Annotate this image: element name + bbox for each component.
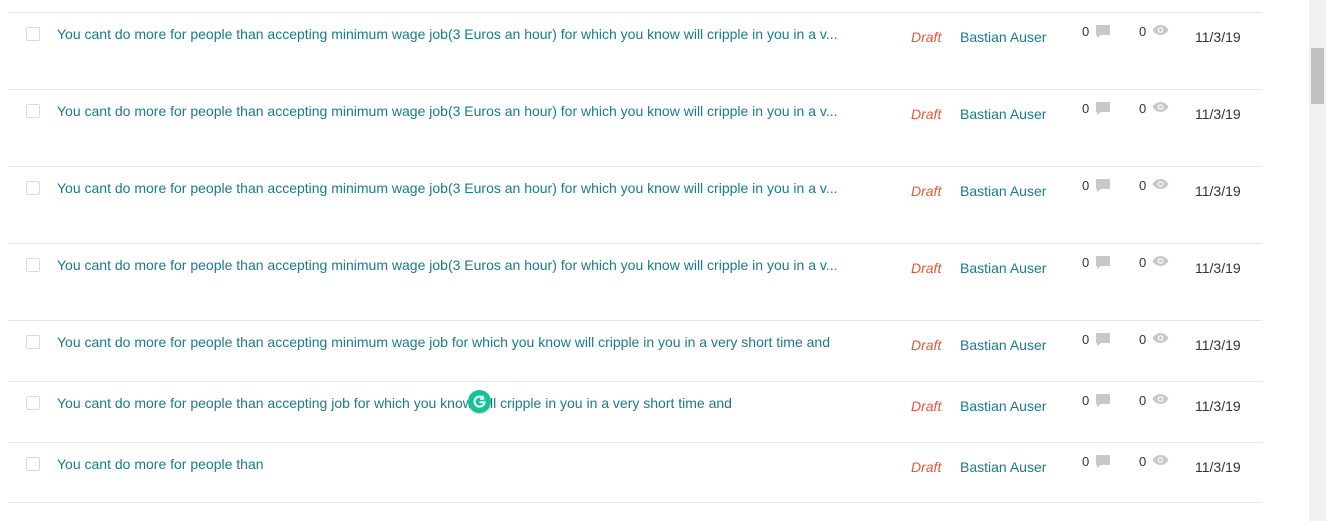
- view-count: 0: [1139, 101, 1169, 117]
- comment-count: 0: [1082, 101, 1111, 117]
- author-link[interactable]: Bastian Auser: [960, 260, 1046, 276]
- eye-icon: [1152, 24, 1169, 36]
- comment-count: 0: [1082, 24, 1111, 40]
- table-row: You cant do more for people than Draft B…: [8, 442, 1262, 503]
- view-count-value: 0: [1139, 101, 1147, 116]
- view-count: 0: [1139, 393, 1169, 409]
- row-checkbox[interactable]: [26, 104, 40, 118]
- table-row: You cant do more for people than accepti…: [8, 320, 1262, 381]
- comment-count: 0: [1082, 393, 1111, 409]
- author-link[interactable]: Bastian Auser: [960, 29, 1046, 45]
- post-date: 11/3/19: [1195, 398, 1241, 414]
- author-link[interactable]: Bastian Auser: [960, 337, 1046, 353]
- comment-count-value: 0: [1082, 332, 1090, 347]
- eye-icon: [1152, 255, 1169, 267]
- author-link[interactable]: Bastian Auser: [960, 106, 1046, 122]
- table-row: You cant do more for people than accepti…: [8, 89, 1262, 166]
- eye-icon: [1152, 454, 1169, 466]
- post-title-link[interactable]: You cant do more for people than accepti…: [57, 257, 859, 273]
- row-checkbox[interactable]: [26, 457, 40, 471]
- view-count-value: 0: [1139, 178, 1147, 193]
- post-date: 11/3/19: [1195, 106, 1241, 122]
- comment-icon: [1095, 454, 1111, 469]
- comment-count-value: 0: [1082, 393, 1090, 408]
- table-row: You cant do more for people than accepti…: [8, 12, 1262, 89]
- comment-icon: [1095, 332, 1111, 347]
- comment-icon: [1095, 255, 1111, 270]
- eye-icon: [1152, 393, 1169, 405]
- comment-count: 0: [1082, 454, 1111, 470]
- status-badge: Draft: [911, 459, 942, 475]
- comment-count-value: 0: [1082, 454, 1090, 469]
- eye-icon: [1152, 178, 1169, 190]
- row-checkbox[interactable]: [26, 396, 40, 410]
- view-count-value: 0: [1139, 255, 1147, 270]
- status-badge: Draft: [911, 398, 942, 414]
- view-count: 0: [1139, 24, 1169, 40]
- view-count-value: 0: [1139, 332, 1147, 347]
- posts-page: You cant do more for people than accepti…: [0, 0, 1326, 521]
- post-date: 11/3/19: [1195, 183, 1241, 199]
- eye-icon: [1152, 101, 1169, 113]
- row-checkbox[interactable]: [26, 27, 40, 41]
- eye-icon: [1152, 332, 1169, 344]
- comment-count-value: 0: [1082, 178, 1090, 193]
- status-badge: Draft: [911, 106, 942, 122]
- comment-icon: [1095, 101, 1111, 116]
- comment-icon: [1095, 24, 1111, 39]
- status-badge: Draft: [911, 183, 942, 199]
- post-title-link[interactable]: You cant do more for people than accepti…: [57, 395, 859, 411]
- view-count: 0: [1139, 332, 1169, 348]
- author-link[interactable]: Bastian Auser: [960, 183, 1046, 199]
- status-badge: Draft: [911, 337, 942, 353]
- table-row: You cant do more for people than accepti…: [8, 166, 1262, 243]
- author-link[interactable]: Bastian Auser: [960, 398, 1046, 414]
- post-date: 11/3/19: [1195, 459, 1241, 475]
- post-title-link[interactable]: You cant do more for people than accepti…: [57, 180, 859, 196]
- view-count: 0: [1139, 255, 1169, 271]
- view-count: 0: [1139, 454, 1169, 470]
- comment-count: 0: [1082, 332, 1111, 348]
- post-date: 11/3/19: [1195, 337, 1241, 353]
- view-count-value: 0: [1139, 393, 1147, 408]
- status-badge: Draft: [911, 260, 942, 276]
- post-title-link[interactable]: You cant do more for people than accepti…: [57, 334, 859, 350]
- comment-count-value: 0: [1082, 24, 1090, 39]
- post-title-link[interactable]: You cant do more for people than accepti…: [57, 26, 859, 42]
- post-date: 11/3/19: [1195, 29, 1241, 45]
- view-count-value: 0: [1139, 454, 1147, 469]
- comment-count-value: 0: [1082, 101, 1090, 116]
- posts-list: You cant do more for people than accepti…: [8, 12, 1262, 503]
- comment-icon: [1095, 393, 1111, 408]
- comment-count: 0: [1082, 255, 1111, 271]
- comment-count: 0: [1082, 178, 1111, 194]
- scrollbar-thumb[interactable]: [1311, 48, 1324, 104]
- view-count: 0: [1139, 178, 1169, 194]
- post-title-link[interactable]: You cant do more for people than: [57, 456, 859, 472]
- table-row: You cant do more for people than accepti…: [8, 243, 1262, 320]
- post-title-link[interactable]: You cant do more for people than accepti…: [57, 103, 859, 119]
- grammarly-icon[interactable]: [468, 390, 491, 413]
- comment-count-value: 0: [1082, 255, 1090, 270]
- comment-icon: [1095, 178, 1111, 193]
- row-checkbox[interactable]: [26, 181, 40, 195]
- row-checkbox[interactable]: [26, 335, 40, 349]
- post-date: 11/3/19: [1195, 260, 1241, 276]
- view-count-value: 0: [1139, 24, 1147, 39]
- author-link[interactable]: Bastian Auser: [960, 459, 1046, 475]
- row-checkbox[interactable]: [26, 258, 40, 272]
- table-row: You cant do more for people than accepti…: [8, 381, 1262, 442]
- status-badge: Draft: [911, 29, 942, 45]
